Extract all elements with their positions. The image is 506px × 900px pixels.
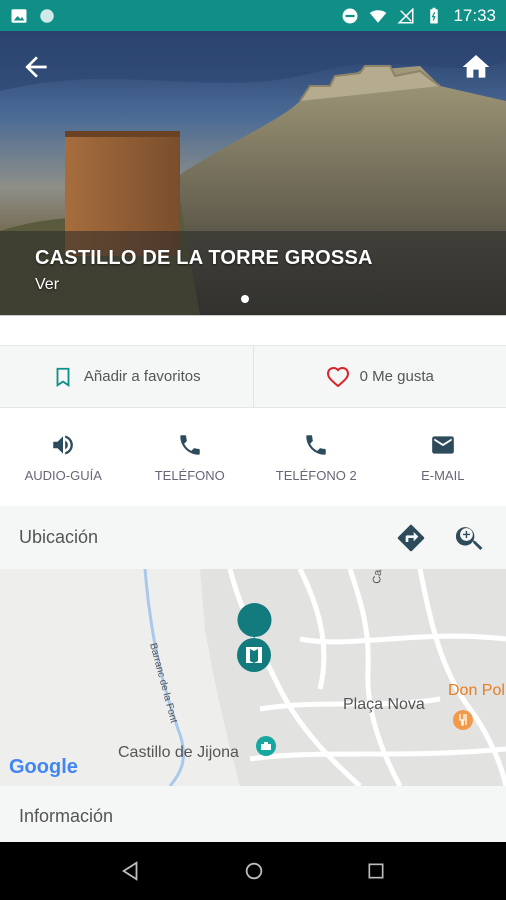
phone-2-label: TELÉFONO 2: [275, 467, 357, 483]
phone-2-button[interactable]: TELÉFONO 2: [253, 408, 380, 506]
navigation-bar: [0, 842, 506, 900]
location-title: Ubicación: [19, 527, 99, 547]
carousel-dot: [241, 295, 249, 303]
image-icon: [11, 8, 27, 23]
zoom-in-icon[interactable]: [453, 521, 487, 555]
circle-icon: [40, 8, 54, 23]
info-header: Información: [0, 786, 506, 842]
bookmark-icon: [56, 367, 70, 387]
phone-label: TELÉFONO: [154, 467, 225, 483]
place-subtitle[interactable]: Ver: [35, 276, 59, 294]
email-label: E-MAIL: [421, 467, 465, 483]
google-logo: Google: [9, 756, 78, 778]
place-placa-nova: Plaça Nova: [343, 696, 425, 713]
place-title: CASTILLO DE LA TORRE GROSSA: [35, 247, 373, 269]
castle-photo: [0, 31, 506, 315]
signal-icon: [397, 6, 414, 23]
recents-nav-icon[interactable]: [366, 861, 386, 881]
back-nav-icon[interactable]: [120, 860, 142, 882]
status-bar: 17:33: [0, 0, 506, 31]
directions-icon[interactable]: [395, 522, 427, 554]
contact-actions: AUDIO-GUÍA TELÉFONO TELÉFONO 2 E-MAIL: [0, 408, 506, 506]
audio-guide-button[interactable]: AUDIO-GUÍA: [0, 408, 127, 506]
phone-button[interactable]: TELÉFONO: [127, 408, 254, 506]
castle-poi-icon[interactable]: [256, 736, 276, 756]
do-not-disturb-icon: [342, 8, 358, 23]
battery-icon: [430, 7, 439, 23]
likes-label: 0 Me gusta: [359, 368, 434, 385]
volume-icon: [53, 434, 74, 455]
map-canvas: Barranc de la Font Calle Galera Plaça No…: [0, 569, 506, 786]
map-view[interactable]: Barranc de la Font Calle Galera Plaça No…: [0, 569, 506, 786]
location-header: Ubicación: [0, 506, 506, 569]
heart-icon: [326, 366, 349, 387]
home-icon[interactable]: [460, 51, 492, 83]
email-button[interactable]: E-MAIL: [380, 408, 506, 506]
status-time: 17:33: [453, 5, 496, 25]
hero-image[interactable]: CASTILLO DE LA TORRE GROSSA Ver: [0, 31, 506, 315]
phone-icon: [306, 434, 326, 455]
wifi-icon: [370, 9, 387, 23]
add-favorites-label: Añadir a favoritos: [83, 368, 201, 385]
home-nav-icon[interactable]: [243, 860, 265, 882]
divider: [0, 315, 506, 345]
info-title: Información: [19, 806, 114, 826]
like-button[interactable]: 0 Me gusta: [252, 346, 506, 407]
email-icon: [431, 435, 454, 454]
phone-icon: [180, 434, 200, 455]
restaurant-poi-icon[interactable]: [453, 710, 473, 730]
place-castillo-jijona: Castillo de Jijona: [118, 744, 239, 761]
back-arrow-icon[interactable]: [20, 51, 52, 83]
add-favorites-button[interactable]: Añadir a favoritos: [0, 346, 253, 407]
favorites-row: Añadir a favoritos 0 Me gusta: [0, 345, 506, 408]
place-don-pol: Don Pol: [448, 682, 505, 699]
audio-guide-label: AUDIO-GUÍA: [24, 467, 102, 483]
